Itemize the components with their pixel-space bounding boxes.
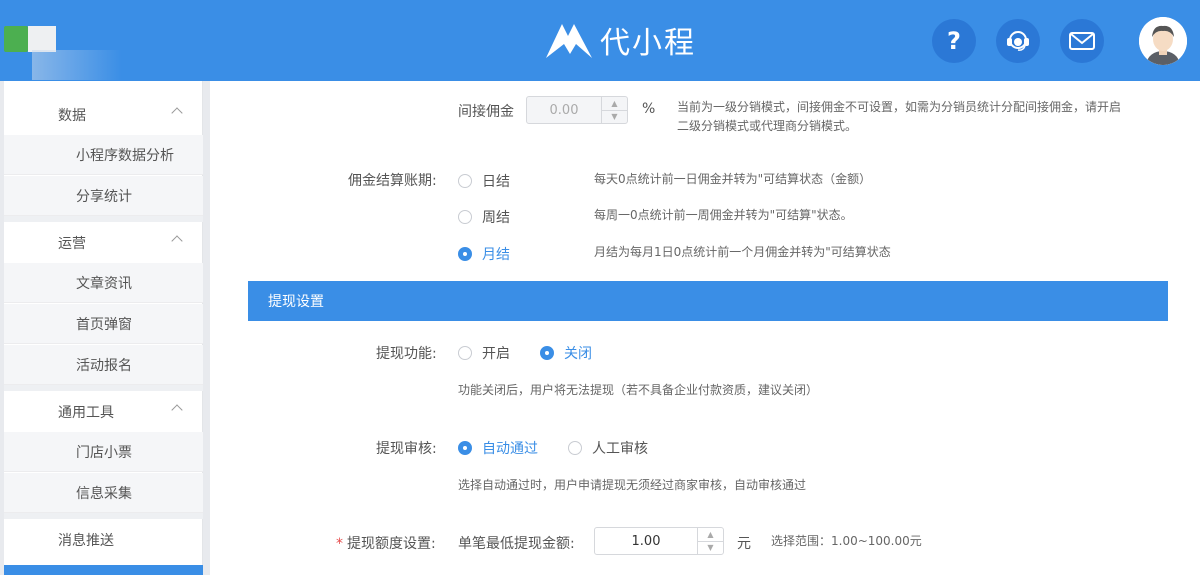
sidebar-divider [4,385,203,391]
sidebar-active-item[interactable] [4,565,203,575]
sidebar-item-store-receipt[interactable]: 门店小票 [4,432,203,472]
radio-label: 开启 [482,346,510,362]
customer-service-icon[interactable] [996,19,1040,63]
percent-unit: % [642,101,656,117]
radio-label: 关闭 [564,346,592,362]
sidebar-menu: 数据 小程序数据分析 分享统计 运营 文章资讯 首页弹窗 活动报名 通用工具 门… [4,81,203,575]
radio-circle [458,174,472,188]
brand[interactable]: 代小程 [544,18,696,62]
withdraw-review-hint: 选择自动通过时，用户申请提现无须经过商家审核，自动审核通过 [458,478,807,492]
radio-circle [458,441,472,455]
radio-label: 月结 [482,247,510,263]
settlement-period-label: 佣金结算账期: [348,173,437,189]
sidebar-group-operations[interactable]: 运营 [4,223,203,263]
radio-circle [458,346,472,360]
sidebar-item-label: 门店小票 [76,444,132,461]
radio-weekly[interactable]: 周结 [458,207,510,227]
user-avatar[interactable] [1139,17,1187,65]
sidebar-item-label: 首页弹窗 [76,316,132,333]
decrement-button[interactable]: ▼ [602,111,627,124]
radio-withdraw-off[interactable]: 关闭 [540,343,592,363]
mail-icon[interactable] [1060,19,1104,63]
sidebar-item-label: 小程序数据分析 [76,147,174,164]
radio-label: 日结 [482,174,510,190]
sidebar-divider [4,513,203,519]
sidebar-group-label: 消息推送 [58,533,114,549]
yuan-unit: 元 [737,536,751,552]
withdraw-limit-label-text: 提现额度设置: [347,536,436,552]
app-logo[interactable] [4,26,122,80]
indirect-commission-label: 间接佣金 [458,104,514,120]
daily-desc: 每天0点统计前一日佣金并转为"可结算状态（金额） [594,172,872,186]
logo-white-block [28,26,56,52]
indirect-commission-stepper[interactable]: ▲ ▼ [526,96,628,124]
brand-name: 代小程 [600,26,696,61]
stepper-buttons: ▲ ▼ [697,528,723,554]
help-glyph: ? [947,27,961,55]
sidebar-group-push[interactable]: 消息推送 [4,520,203,560]
radio-circle [458,210,472,224]
withdraw-function-label: 提现功能: [376,346,437,362]
sidebar-item-event-signup[interactable]: 活动报名 [4,345,203,385]
logo-green-block [4,26,28,52]
chevron-up-icon [171,404,183,416]
brand-logo-icon [546,24,592,58]
radio-circle [458,247,472,261]
withdraw-range-hint: 选择范围：1.00~100.00元 [771,534,922,548]
min-withdraw-input[interactable] [595,528,697,554]
withdraw-limit-label: * 提现额度设置: [336,533,436,553]
sidebar: 数据 小程序数据分析 分享统计 运营 文章资讯 首页弹窗 活动报名 通用工具 门… [0,81,210,575]
sidebar-group-data[interactable]: 数据 [4,95,203,135]
increment-button[interactable]: ▲ [602,97,627,111]
stepper-buttons: ▲ ▼ [601,97,627,123]
radio-circle [568,441,582,455]
sidebar-item-label: 活动报名 [76,357,132,374]
sidebar-item-miniprogram-analytics[interactable]: 小程序数据分析 [4,135,203,175]
sidebar-item-info-collection[interactable]: 信息采集 [4,473,203,513]
radio-manual-review[interactable]: 人工审核 [568,438,648,458]
sidebar-divider [4,216,203,222]
sidebar-item-label: 文章资讯 [76,275,132,292]
chevron-up-icon [171,107,183,119]
sidebar-item-label: 信息采集 [76,485,132,502]
section-title: 提现设置 [268,294,324,310]
min-withdraw-label: 单笔最低提现金额: [458,536,575,552]
sidebar-group-tools[interactable]: 通用工具 [4,392,203,432]
radio-label: 自动通过 [482,441,538,457]
indirect-commission-hint: 当前为一级分销模式，间接佣金不可设置，如需为分销员统计分配间接佣金，请开启二级分… [677,100,1122,133]
required-mark: * [336,536,343,552]
sidebar-item-share-stats[interactable]: 分享统计 [4,176,203,216]
min-withdraw-stepper[interactable]: ▲ ▼ [594,527,724,555]
radio-circle [540,346,554,360]
withdraw-settings-header: 提现设置 [248,281,1168,321]
monthly-desc: 月结为每月1日0点统计前一个月佣金并转为"可结算状态 [594,245,891,259]
radio-withdraw-on[interactable]: 开启 [458,343,510,363]
top-header: 代小程 ? [0,0,1200,81]
radio-label: 周结 [482,210,510,226]
main-content: 间接佣金 ▲ ▼ % 当前为一级分销模式，间接佣金不可设置，如需为分销员统计分配… [210,81,1200,575]
radio-auto-approve[interactable]: 自动通过 [458,438,538,458]
sidebar-group-label: 通用工具 [58,405,114,421]
logo-blur [32,50,122,80]
sidebar-item-label: 分享统计 [76,188,132,205]
radio-label: 人工审核 [592,441,648,457]
withdraw-function-hint: 功能关闭后，用户将无法提现（若不具备企业付款资质，建议关闭） [458,383,819,397]
withdraw-review-label: 提现审核: [376,441,437,457]
indirect-commission-input[interactable] [527,97,601,123]
sidebar-group-label: 运营 [58,236,86,252]
radio-daily[interactable]: 日结 [458,171,510,191]
radio-monthly[interactable]: 月结 [458,244,510,264]
decrement-button[interactable]: ▼ [698,542,723,555]
sidebar-group-label: 数据 [58,108,86,124]
sidebar-item-articles[interactable]: 文章资讯 [4,263,203,303]
help-icon[interactable]: ? [932,19,976,63]
weekly-desc: 每周一0点统计前一周佣金并转为"可结算"状态。 [594,208,853,222]
increment-button[interactable]: ▲ [698,528,723,542]
chevron-up-icon [171,235,183,247]
sidebar-item-home-popup[interactable]: 首页弹窗 [4,304,203,344]
